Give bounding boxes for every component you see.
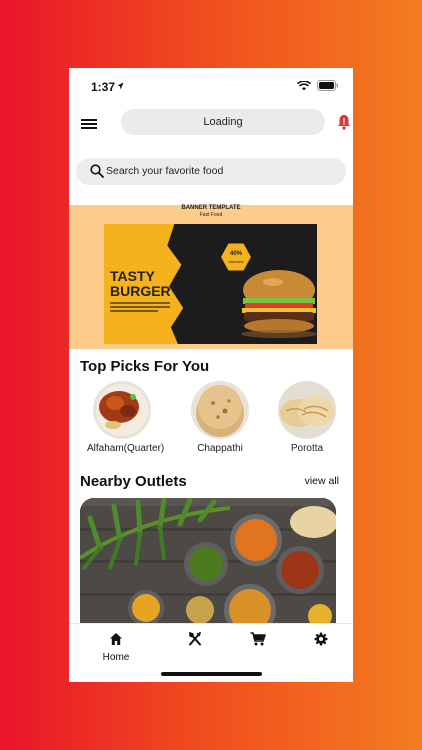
status-time: 1:37: [91, 80, 116, 94]
search-placeholder: Search your favorite food: [106, 165, 224, 177]
burger-image: [241, 270, 317, 338]
top-pick-name: Chappathi: [197, 443, 243, 454]
banner-subtitle: Fast Food: [199, 212, 223, 218]
cart-icon: [250, 632, 266, 646]
nav-settings[interactable]: [313, 632, 329, 651]
view-all-link[interactable]: view all: [305, 475, 339, 487]
top-pick-image: [278, 381, 336, 439]
top-pick-item[interactable]: Porotta: [272, 381, 342, 454]
nav-home[interactable]: Home: [101, 632, 131, 663]
location-pill[interactable]: Loading: [121, 109, 325, 135]
banner-headline-line1: TASTY: [110, 268, 155, 284]
app-bar: Loading: [69, 104, 353, 148]
outlet-card-image[interactable]: [80, 498, 336, 623]
discount-percent: 40%: [229, 251, 242, 257]
nav-menu[interactable]: [187, 632, 203, 651]
home-indicator[interactable]: [161, 672, 262, 676]
settings-gear-icon: [314, 632, 328, 646]
discount-label: discount: [228, 259, 244, 264]
status-bar: 1:37: [69, 68, 353, 104]
top-pick-item[interactable]: Alfaham(Quarter): [87, 381, 165, 454]
nearby-outlets-title: Nearby Outlets: [80, 473, 187, 490]
home-icon: [110, 633, 122, 645]
banner-template-label: BANNER TEMPLATE: [181, 205, 241, 211]
search-icon: [90, 164, 104, 178]
status-icons: [297, 80, 339, 91]
location-arrow-icon: [117, 82, 124, 90]
promo-banner-carousel[interactable]: BANNER TEMPLATE Fast Food TASTY BURGER 4…: [69, 205, 353, 349]
top-pick-image: [191, 381, 249, 439]
notification-bell-icon[interactable]: [337, 114, 351, 130]
top-pick-item[interactable]: Chappathi: [185, 381, 255, 454]
top-pick-name: Porotta: [290, 443, 324, 454]
nav-cart[interactable]: [250, 632, 266, 651]
hamburger-menu-icon[interactable]: [81, 117, 97, 133]
top-pick-name: Alfaham(Quarter): [87, 443, 165, 454]
phone-screen: 1:37 Loading Search your favorite food B…: [69, 68, 353, 682]
banner-headline-line2: BURGER: [110, 283, 171, 299]
top-picks-title: Top Picks For You: [80, 358, 210, 375]
banner-body-text: [110, 302, 170, 314]
search-bar[interactable]: Search your favorite food: [76, 158, 346, 185]
top-pick-image: [93, 381, 151, 439]
nav-home-label: Home: [102, 652, 130, 663]
battery-icon: [317, 80, 338, 91]
fork-knife-icon: [189, 632, 201, 646]
banner-card[interactable]: TASTY BURGER 40% discount: [104, 224, 317, 344]
wifi-icon: [297, 80, 311, 90]
